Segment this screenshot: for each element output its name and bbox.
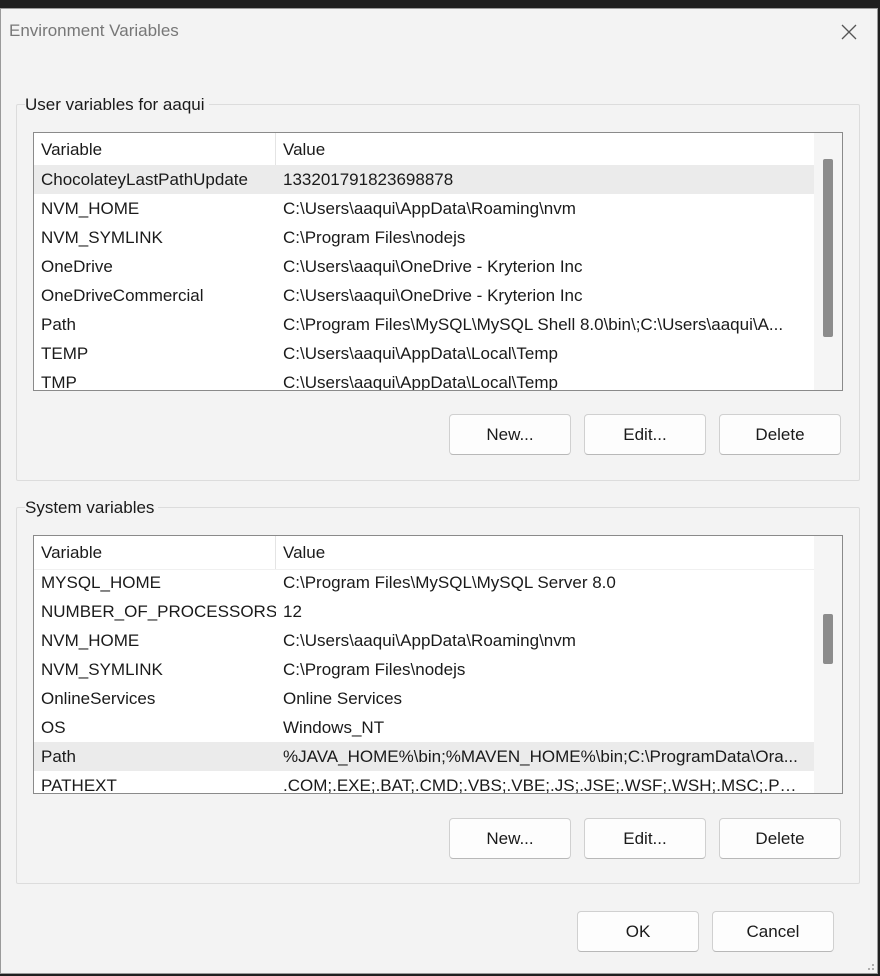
variable-cell: ChocolateyLastPathUpdate [41,170,248,189]
column-header-variable[interactable]: Variable [34,133,276,166]
table-row[interactable]: OnlineServices Online Services [34,684,814,713]
variable-cell: PATHEXT [41,776,117,794]
value-cell: C:\Users\aaqui\AppData\Local\Temp [283,373,558,391]
variable-cell: OnlineServices [41,689,156,708]
column-header-value[interactable]: Value [276,133,814,166]
value-cell: C:\Users\aaqui\AppData\Roaming\nvm [283,631,576,650]
system-list-scrollbar[interactable] [814,536,842,793]
user-new-button[interactable]: New... [449,414,571,455]
table-row[interactable]: NVM_HOME C:\Users\aaqui\AppData\Roaming\n… [34,626,814,655]
window-title: Environment Variables [9,21,179,40]
system-rows: MYSQL_HOME C:\Program Files\MySQL\MySQL S… [34,568,814,794]
table-row[interactable]: TMP C:\Users\aaqui\AppData\Local\Temp [34,368,814,391]
system-edit-button[interactable]: Edit... [584,818,706,859]
system-new-button[interactable]: New... [449,818,571,859]
value-cell: C:\Users\aaqui\AppData\Roaming\nvm [283,199,576,218]
title-bar[interactable]: Environment Variables [1,9,877,53]
system-variables-list[interactable]: Variable Value MYSQL_HOME C:\Program File… [33,535,843,794]
variable-cell: Path [41,315,76,334]
table-row[interactable]: ChocolateyLastPathUpdate 1332017918236988… [34,165,814,194]
value-cell: Online Services [283,689,403,708]
value-cell: C:\Program Files\nodejs [283,660,466,679]
close-button[interactable] [829,15,869,49]
user-scroll-thumb[interactable] [823,159,833,337]
table-row[interactable]: OneDriveCommercial C:\Users\aaqui\OneDriv… [34,281,814,310]
value-cell: C:\Program Files\MySQL\MySQL Shell 8.0\b… [283,315,784,334]
column-header-value[interactable]: Value [276,536,814,569]
table-row[interactable]: Path %JAVA_HOME%\bin;%MAVEN_HOME%\bin;C:\… [34,742,814,771]
value-cell: C:\Users\aaqui\OneDrive - Kryterion Inc [283,257,583,276]
value-cell: Windows_NT [283,718,385,737]
value-cell: %JAVA_HOME%\bin;%MAVEN_HOME%\bin;C:\Prog… [283,747,798,766]
variable-cell: TMP [41,373,77,391]
variable-cell: OneDrive [41,257,113,276]
user-rows: ChocolateyLastPathUpdate 1332017918236988… [34,165,814,391]
user-edit-button[interactable]: Edit... [584,414,706,455]
variable-cell: NVM_HOME [41,199,140,218]
column-header-variable[interactable]: Variable [34,536,276,569]
resize-grip-icon[interactable] [863,959,875,971]
close-icon [841,24,857,40]
variable-cell: NVM_HOME [41,631,140,650]
variable-cell: MYSQL_HOME [41,573,161,592]
user-delete-button[interactable]: Delete [719,414,841,455]
variable-cell: NVM_SYMLINK [41,228,163,247]
table-row[interactable]: Path C:\Program Files\MySQL\MySQL Shell 8… [34,310,814,339]
variable-cell: TEMP [41,344,89,363]
table-row[interactable]: PATHEXT .COM;.EXE;.BAT;.CMD;.VBS;.VBE;.JS… [34,771,814,794]
table-row[interactable]: NUMBER_OF_PROCESSORS 12 [34,597,814,626]
value-cell: C:\Users\aaqui\OneDrive - Kryterion Inc [283,286,583,305]
variable-cell: NUMBER_OF_PROCESSORS [41,602,276,621]
value-cell: .COM;.EXE;.BAT;.CMD;.VBS;.VBE;.JS;.JSE;.… [283,776,814,794]
environment-variables-dialog: Environment Variables User variables for… [0,8,878,974]
variable-cell: OneDriveCommercial [41,286,204,305]
cancel-button[interactable]: Cancel [712,911,834,952]
system-list-header: Variable Value [34,536,814,570]
system-delete-button[interactable]: Delete [719,818,841,859]
value-cell: 12 [283,602,302,621]
table-row[interactable]: OneDrive C:\Users\aaqui\OneDrive - Kryter… [34,252,814,281]
variable-cell: NVM_SYMLINK [41,660,163,679]
table-row[interactable]: NVM_HOME C:\Users\aaqui\AppData\Roaming\n… [34,194,814,223]
user-list-header: Variable Value [34,133,814,167]
table-row[interactable]: TEMP C:\Users\aaqui\AppData\Local\Temp [34,339,814,368]
system-scroll-thumb[interactable] [823,614,833,664]
value-cell: C:\Users\aaqui\AppData\Local\Temp [283,344,558,363]
table-row[interactable]: NVM_SYMLINK C:\Program Files\nodejs [34,655,814,684]
user-list-scrollbar[interactable] [814,133,842,390]
user-variables-label: User variables for aaqui [25,95,209,115]
table-row[interactable]: OS Windows_NT [34,713,814,742]
value-cell: C:\Program Files\nodejs [283,228,466,247]
system-variables-label: System variables [25,498,159,518]
variable-cell: OS [41,718,66,737]
table-row[interactable]: NVM_SYMLINK C:\Program Files\nodejs [34,223,814,252]
value-cell: C:\Program Files\MySQL\MySQL Server 8.0 [283,573,616,592]
table-row[interactable]: MYSQL_HOME C:\Program Files\MySQL\MySQL S… [34,568,814,597]
user-variables-list[interactable]: Variable Value ChocolateyLastPathUpdate 1… [33,132,843,391]
variable-cell: Path [41,747,76,766]
value-cell: 133201791823698878 [283,170,454,189]
ok-button[interactable]: OK [577,911,699,952]
